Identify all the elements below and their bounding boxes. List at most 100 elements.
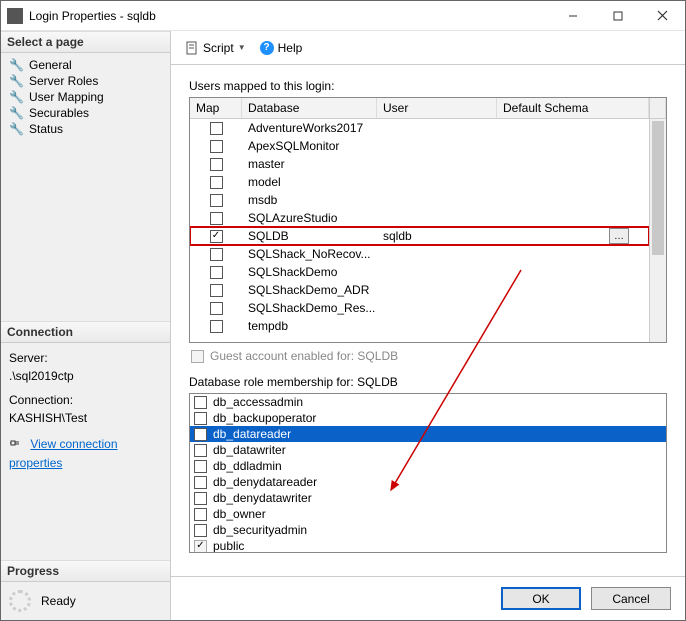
table-row[interactable]: msdb — [190, 191, 649, 209]
table-row[interactable]: ApexSQLMonitor — [190, 137, 649, 155]
progress-status: Ready — [41, 594, 76, 608]
right-panel: Script ▼ ? Help Users mapped to this log… — [171, 31, 685, 620]
role-item-db_denydatareader[interactable]: db_denydatareader — [190, 474, 666, 490]
ok-button[interactable]: OK — [501, 587, 581, 610]
script-icon — [185, 41, 199, 55]
role-item-db_denydatawriter[interactable]: db_denydatawriter — [190, 490, 666, 506]
role-item-db_accessadmin[interactable]: db_accessadmin — [190, 394, 666, 410]
db-cell: SQLShackDemo — [242, 265, 377, 279]
wrench-icon: 🔧 — [9, 58, 23, 72]
table-row[interactable]: SQLShack_NoRecov... — [190, 245, 649, 263]
table-row[interactable]: tempdb — [190, 317, 649, 335]
server-label: Server: — [9, 349, 162, 367]
role-checkbox[interactable]: ✓ — [194, 540, 207, 553]
role-checkbox[interactable] — [194, 524, 207, 537]
map-checkbox[interactable] — [210, 320, 223, 333]
window-title: Login Properties - sqldb — [29, 9, 550, 23]
close-button[interactable] — [640, 1, 685, 31]
map-checkbox[interactable] — [210, 176, 223, 189]
role-item-db_datareader[interactable]: ✓db_datareader — [190, 426, 666, 442]
db-cell: tempdb — [242, 319, 377, 333]
role-checkbox[interactable] — [194, 396, 207, 409]
titlebar[interactable]: Login Properties - sqldb — [1, 1, 685, 31]
role-checkbox[interactable]: ✓ — [194, 428, 207, 441]
col-header-map[interactable]: Map — [190, 98, 242, 118]
role-item-db_ddladmin[interactable]: db_ddladmin — [190, 458, 666, 474]
role-item-public[interactable]: ✓public — [190, 538, 666, 553]
map-checkbox[interactable] — [210, 122, 223, 135]
db-cell: master — [242, 157, 377, 171]
guest-account-label: Guest account enabled for: SQLDB — [210, 349, 398, 363]
table-row[interactable]: SQLAzureStudio — [190, 209, 649, 227]
role-item-db_backupoperator[interactable]: db_backupoperator — [190, 410, 666, 426]
db-cell: AdventureWorks2017 — [242, 121, 377, 135]
minimize-button[interactable] — [550, 1, 595, 31]
role-checkbox[interactable] — [194, 412, 207, 425]
nav-item-general[interactable]: 🔧General — [1, 57, 170, 73]
role-item-db_owner[interactable]: db_owner — [190, 506, 666, 522]
connection-value: KASHISH\Test — [9, 409, 162, 427]
db-cell: ApexSQLMonitor — [242, 139, 377, 153]
col-header-user[interactable]: User — [377, 98, 497, 118]
left-panel: Select a page 🔧General🔧Server Roles🔧User… — [1, 31, 171, 620]
table-row[interactable]: ✓ SQLDBsqldb … — [190, 227, 649, 245]
map-checkbox[interactable] — [210, 266, 223, 279]
script-button[interactable]: Script ▼ — [181, 39, 250, 57]
connection-header: Connection — [1, 321, 170, 343]
toolbar: Script ▼ ? Help — [171, 31, 685, 65]
table-row[interactable]: SQLShackDemo_ADR — [190, 281, 649, 299]
map-checkbox[interactable]: ✓ — [210, 230, 223, 243]
role-checkbox[interactable] — [194, 492, 207, 505]
role-checkbox[interactable] — [194, 508, 207, 521]
view-connection-properties-link[interactable]: View connection properties — [9, 437, 118, 470]
map-checkbox[interactable] — [210, 212, 223, 225]
table-row[interactable]: SQLShackDemo — [190, 263, 649, 281]
col-header-database[interactable]: Database — [242, 98, 377, 118]
dialog-footer: OK Cancel — [171, 576, 685, 620]
db-cell: SQLShackDemo_ADR — [242, 283, 377, 297]
table-row[interactable]: model — [190, 173, 649, 191]
db-cell: SQLAzureStudio — [242, 211, 377, 225]
nav-item-status[interactable]: 🔧Status — [1, 121, 170, 137]
maximize-button[interactable] — [595, 1, 640, 31]
nav-item-server-roles[interactable]: 🔧Server Roles — [1, 73, 170, 89]
col-header-schema[interactable]: Default Schema — [497, 98, 649, 118]
role-item-db_datawriter[interactable]: db_datawriter — [190, 442, 666, 458]
progress-header: Progress — [1, 560, 170, 582]
db-cell: model — [242, 175, 377, 189]
help-button[interactable]: ? Help — [256, 39, 307, 57]
server-value: .\sql2019ctp — [9, 367, 162, 385]
table-row[interactable]: AdventureWorks2017 — [190, 119, 649, 137]
cancel-button[interactable]: Cancel — [591, 587, 671, 610]
nav-item-securables[interactable]: 🔧Securables — [1, 105, 170, 121]
map-checkbox[interactable] — [210, 302, 223, 315]
role-item-db_securityadmin[interactable]: db_securityadmin — [190, 522, 666, 538]
map-checkbox[interactable] — [210, 158, 223, 171]
user-cell: sqldb — [377, 229, 497, 243]
table-row[interactable]: SQLShackDemo_Res... — [190, 299, 649, 317]
role-checkbox[interactable] — [194, 460, 207, 473]
select-page-header: Select a page — [1, 31, 170, 53]
role-checkbox[interactable] — [194, 444, 207, 457]
progress-spinner-icon — [9, 590, 31, 612]
wrench-icon: 🔧 — [9, 90, 23, 104]
connection-info: Server: .\sql2019ctp Connection: KASHISH… — [1, 343, 170, 478]
role-checkbox[interactable] — [194, 476, 207, 489]
page-nav-list: 🔧General🔧Server Roles🔧User Mapping🔧Secur… — [1, 53, 170, 141]
schema-browse-button[interactable]: … — [609, 228, 629, 244]
map-checkbox[interactable] — [210, 248, 223, 261]
grid-header: Map Database User Default Schema — [190, 98, 666, 119]
guest-account-checkbox — [191, 350, 204, 363]
nav-item-user-mapping[interactable]: 🔧User Mapping — [1, 89, 170, 105]
map-checkbox[interactable] — [210, 284, 223, 297]
table-row[interactable]: master — [190, 155, 649, 173]
grid-scrollbar[interactable] — [649, 119, 666, 342]
connection-label: Connection: — [9, 391, 162, 409]
help-icon: ? — [260, 41, 274, 55]
roles-list: db_accessadmindb_backupoperator✓db_datar… — [189, 393, 667, 553]
map-checkbox[interactable] — [210, 140, 223, 153]
db-cell: SQLShackDemo_Res... — [242, 301, 377, 315]
users-grid: Map Database User Default Schema Adventu… — [189, 97, 667, 343]
db-cell: SQLDB — [242, 229, 377, 243]
map-checkbox[interactable] — [210, 194, 223, 207]
